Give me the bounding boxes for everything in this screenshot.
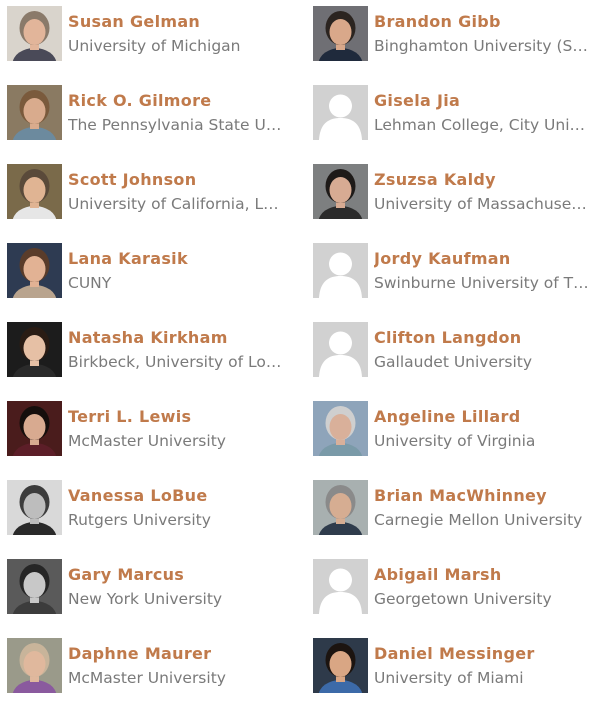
person-name-link[interactable]: Terri L. Lewis (68, 407, 288, 427)
profile-photo[interactable] (7, 480, 62, 535)
person-card[interactable]: Daphne Maurer McMaster University (7, 638, 297, 700)
person-card[interactable]: Abigail Marsh Georgetown University (313, 559, 593, 621)
person-card[interactable]: Clifton Langdon Gallaudet University (313, 322, 593, 384)
person-affiliation: The Pennsylvania State Un… (68, 116, 286, 134)
person-affiliation: New York University (68, 590, 223, 608)
profile-photo[interactable] (7, 638, 62, 693)
person-affiliation: University of California, L… (68, 195, 279, 213)
profile-photo[interactable] (7, 164, 62, 219)
person-card[interactable]: Rick O. Gilmore The Pennsylvania State Un… (7, 85, 297, 147)
placeholder-avatar-icon[interactable] (313, 85, 368, 140)
person-affiliation: University of Miami (374, 669, 524, 687)
profile-photo[interactable] (313, 401, 368, 456)
person-affiliation: Rutgers University (68, 511, 211, 529)
person-affiliation: Swinburne University of T… (374, 274, 589, 292)
person-affiliation: University of Michigan (68, 37, 241, 55)
person-name-link[interactable]: Gisela Jia (374, 91, 593, 111)
person-card[interactable]: Natasha Kirkham Birkbeck, University of L… (7, 322, 297, 384)
person-card[interactable]: Zsuzsa Kaldy University of Massachuset… (313, 164, 593, 226)
placeholder-avatar-icon[interactable] (313, 243, 368, 298)
person-affiliation: McMaster University (68, 432, 226, 450)
person-name-link[interactable]: Abigail Marsh (374, 565, 593, 585)
person-card[interactable]: Scott Johnson University of California, L… (7, 164, 297, 226)
person-affiliation: McMaster University (68, 669, 226, 687)
person-affiliation: Birkbeck, University of Lo… (68, 353, 282, 371)
person-card[interactable]: Daniel Messinger University of Miami (313, 638, 593, 700)
profile-photo[interactable] (7, 401, 62, 456)
person-name-link[interactable]: Scott Johnson (68, 170, 288, 190)
person-name-link[interactable]: Gary Marcus (68, 565, 288, 585)
person-card[interactable]: Gisela Jia Lehman College, City Uni… (313, 85, 593, 147)
placeholder-avatar-icon[interactable] (313, 322, 368, 377)
person-card[interactable]: Brandon Gibb Binghamton University (S… (313, 6, 593, 68)
person-card[interactable]: Gary Marcus New York University (7, 559, 297, 621)
profile-photo[interactable] (7, 243, 62, 298)
person-affiliation: Carnegie Mellon University (374, 511, 583, 529)
profile-photo[interactable] (7, 559, 62, 614)
profile-photo[interactable] (313, 6, 368, 61)
person-card[interactable]: Lana Karasik CUNY (7, 243, 297, 305)
people-grid: Susan Gelman University of Michigan Brando… (0, 0, 593, 714)
person-affiliation: University of Virginia (374, 432, 536, 450)
person-card[interactable]: Terri L. Lewis McMaster University (7, 401, 297, 463)
person-name-link[interactable]: Lana Karasik (68, 249, 288, 269)
person-card[interactable]: Vanessa LoBue Rutgers University (7, 480, 297, 542)
person-card[interactable]: Jordy Kaufman Swinburne University of T… (313, 243, 593, 305)
person-name-link[interactable]: Angeline Lillard (374, 407, 593, 427)
person-affiliation: Georgetown University (374, 590, 552, 608)
person-name-link[interactable]: Susan Gelman (68, 12, 288, 32)
placeholder-avatar-icon[interactable] (313, 559, 368, 614)
profile-photo[interactable] (313, 164, 368, 219)
person-name-link[interactable]: Natasha Kirkham (68, 328, 288, 348)
profile-photo[interactable] (7, 85, 62, 140)
person-name-link[interactable]: Brandon Gibb (374, 12, 593, 32)
person-affiliation: CUNY (68, 274, 112, 292)
person-affiliation: Binghamton University (S… (374, 37, 588, 55)
person-name-link[interactable]: Jordy Kaufman (374, 249, 593, 269)
person-name-link[interactable]: Rick O. Gilmore (68, 91, 288, 111)
profile-photo[interactable] (7, 6, 62, 61)
profile-photo[interactable] (7, 322, 62, 377)
person-name-link[interactable]: Daniel Messinger (374, 644, 593, 664)
person-name-link[interactable]: Vanessa LoBue (68, 486, 288, 506)
profile-photo[interactable] (313, 638, 368, 693)
profile-photo[interactable] (313, 480, 368, 535)
person-card[interactable]: Angeline Lillard University of Virginia (313, 401, 593, 463)
person-affiliation: Gallaudet University (374, 353, 533, 371)
person-affiliation: Lehman College, City Uni… (374, 116, 586, 134)
person-card[interactable]: Susan Gelman University of Michigan (7, 6, 297, 68)
person-name-link[interactable]: Daphne Maurer (68, 644, 288, 664)
person-name-link[interactable]: Brian MacWhinney (374, 486, 593, 506)
person-name-link[interactable]: Clifton Langdon (374, 328, 593, 348)
person-card[interactable]: Brian MacWhinney Carnegie Mellon Universi… (313, 480, 593, 542)
person-affiliation: University of Massachuset… (374, 195, 592, 213)
person-name-link[interactable]: Zsuzsa Kaldy (374, 170, 593, 190)
